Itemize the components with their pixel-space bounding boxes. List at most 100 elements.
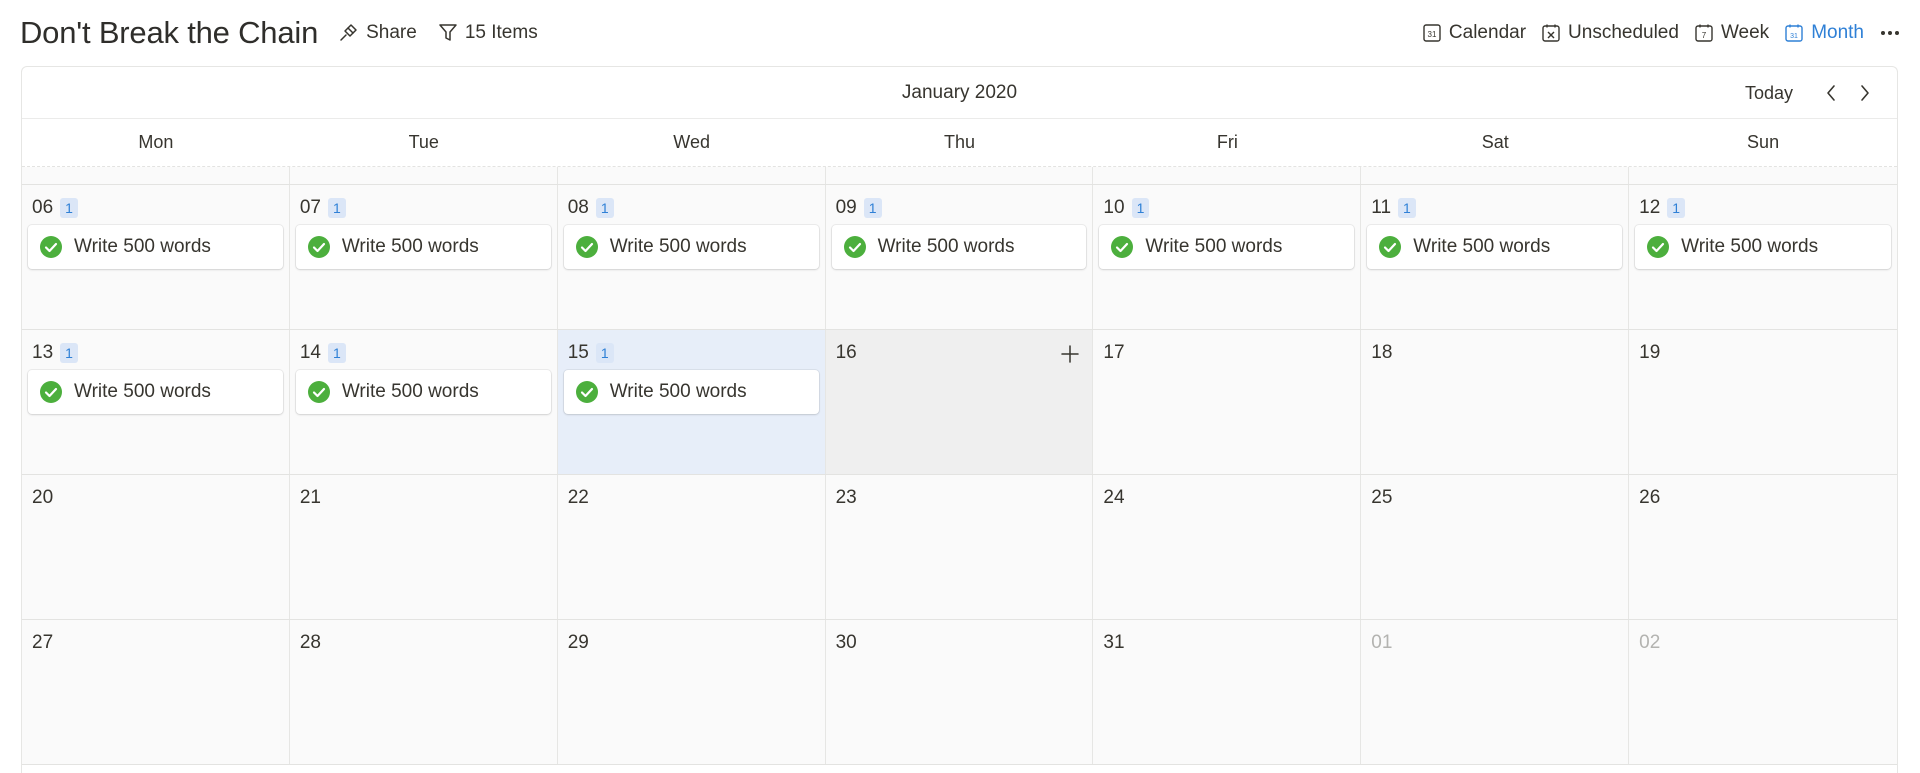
day-header: 21 — [300, 487, 321, 509]
calendar-header: January 2020 Today — [22, 67, 1897, 119]
add-item-button[interactable] — [1058, 342, 1082, 366]
day-header: 06 1 — [32, 197, 78, 219]
day-cell[interactable]: 08 1 Write 500 words — [557, 185, 826, 329]
event-title: Write 500 words — [74, 236, 211, 257]
day-cell-today[interactable]: 15 1 Write 500 words — [557, 330, 826, 474]
event-card[interactable]: Write 500 words — [295, 225, 551, 269]
strip-cell — [290, 167, 558, 184]
month-view-button[interactable]: 31 Month — [1785, 22, 1864, 44]
strip-cell — [1361, 167, 1630, 184]
strip-cell — [1093, 167, 1362, 184]
event-title: Write 500 words — [341, 381, 479, 402]
day-cell[interactable]: 06 1 Write 500 words — [22, 185, 290, 329]
week-view-button[interactable]: 7 Week — [1695, 22, 1769, 44]
day-cell[interactable]: 20 — [22, 475, 290, 619]
day-header: 17 — [1103, 342, 1124, 364]
item-count-badge: 1 — [60, 198, 78, 218]
day-cell[interactable]: 18 — [1361, 330, 1630, 474]
day-cell[interactable]: 29 — [557, 620, 826, 764]
more-options-button[interactable] — [1880, 30, 1900, 36]
calendar-x-icon — [1542, 24, 1560, 42]
today-button[interactable]: Today — [1745, 83, 1793, 104]
event-card[interactable]: Write 500 words — [563, 225, 819, 269]
day-header: 14 1 — [300, 342, 346, 364]
next-month-button[interactable] — [1853, 81, 1877, 105]
prior-week-strip — [22, 167, 1897, 185]
chevron-left-icon — [1827, 85, 1835, 101]
calendar-month-icon: 31 — [1785, 24, 1803, 42]
more-horizontal-icon — [1881, 31, 1899, 35]
event-card[interactable]: Write 500 words — [563, 370, 819, 414]
week-view-label: Week — [1720, 22, 1770, 43]
day-cell[interactable]: 25 — [1361, 475, 1630, 619]
day-header: 15 1 — [568, 342, 614, 364]
day-cell[interactable]: 01 — [1361, 620, 1630, 764]
item-count-badge: 1 — [595, 343, 614, 363]
event-card[interactable]: Write 500 words — [1099, 225, 1355, 269]
check-circle-icon — [307, 236, 330, 258]
day-cell[interactable]: 12 1 Write 500 words — [1629, 185, 1897, 329]
day-header: 09 1 — [836, 197, 882, 219]
plus-icon — [1061, 345, 1080, 363]
day-cell[interactable]: 27 — [22, 620, 290, 764]
day-header: 27 — [32, 632, 53, 654]
weekday-thu: Thu — [943, 132, 975, 152]
day-header: 22 — [568, 487, 589, 509]
check-circle-icon — [1111, 236, 1134, 258]
event-title: Write 500 words — [1681, 236, 1819, 257]
day-cell[interactable]: 11 1 Write 500 words — [1361, 185, 1630, 329]
day-cell[interactable]: 21 — [289, 475, 558, 619]
day-cell[interactable]: 22 — [557, 475, 826, 619]
day-number: 25 — [1371, 487, 1393, 508]
day-cell[interactable]: 19 — [1629, 330, 1897, 474]
calendar-view-button[interactable]: 31 Calendar — [1423, 22, 1526, 44]
day-header: 08 1 — [568, 197, 614, 219]
day-number: 29 — [567, 632, 589, 653]
svg-text:7: 7 — [1702, 31, 1707, 40]
month-label: January 2020 — [901, 81, 1018, 103]
filter-icon — [439, 24, 457, 41]
day-number: 27 — [32, 632, 54, 653]
day-cell[interactable]: 10 1 Write 500 words — [1093, 185, 1362, 329]
event-card[interactable]: Write 500 words — [1635, 225, 1891, 269]
calendar-week-icon: 7 — [1695, 24, 1713, 42]
event-card[interactable]: Write 500 words — [1367, 225, 1623, 269]
item-count-badge: 1 — [595, 198, 614, 218]
event-title: Write 500 words — [877, 236, 1015, 257]
day-cell[interactable]: 17 — [1093, 330, 1362, 474]
event-card[interactable]: Write 500 words — [28, 370, 283, 414]
event-card[interactable]: Write 500 words — [831, 225, 1087, 269]
day-cell[interactable]: 13 1 Write 500 words — [22, 330, 290, 474]
day-cell[interactable]: 28 — [289, 620, 558, 764]
day-cell[interactable]: 24 — [1093, 475, 1362, 619]
day-header: 07 1 — [300, 197, 346, 219]
share-button[interactable]: Share — [338, 22, 417, 44]
day-header: 18 — [1371, 342, 1392, 364]
day-number: 09 — [835, 197, 857, 218]
day-header: 29 — [568, 632, 589, 654]
previous-month-button[interactable] — [1819, 81, 1843, 105]
event-card[interactable]: Write 500 words — [28, 225, 283, 269]
day-number: 15 — [567, 342, 589, 363]
day-cell[interactable]: 16 — [825, 330, 1094, 474]
day-cell[interactable]: 31 — [1093, 620, 1362, 764]
unscheduled-view-button[interactable]: Unscheduled — [1542, 22, 1679, 44]
day-cell[interactable]: 23 — [825, 475, 1094, 619]
day-cell[interactable]: 02 — [1629, 620, 1897, 764]
check-circle-icon — [1647, 236, 1670, 258]
day-header: 01 — [1371, 632, 1392, 654]
svg-text:31: 31 — [1790, 33, 1798, 40]
filter-button[interactable]: 15 Items — [439, 22, 538, 44]
day-cell[interactable]: 09 1 Write 500 words — [825, 185, 1094, 329]
day-cell[interactable]: 30 — [825, 620, 1094, 764]
day-cell[interactable]: 07 1 Write 500 words — [289, 185, 558, 329]
day-header: 19 — [1639, 342, 1660, 364]
event-title: Write 500 words — [609, 236, 747, 257]
check-circle-icon — [575, 236, 598, 258]
strip-cell — [826, 167, 1094, 184]
day-cell[interactable]: 26 — [1629, 475, 1897, 619]
day-number: 11 — [1371, 197, 1392, 218]
day-number: 31 — [1103, 632, 1125, 653]
day-cell[interactable]: 14 1 Write 500 words — [289, 330, 558, 474]
event-card[interactable]: Write 500 words — [295, 370, 551, 414]
